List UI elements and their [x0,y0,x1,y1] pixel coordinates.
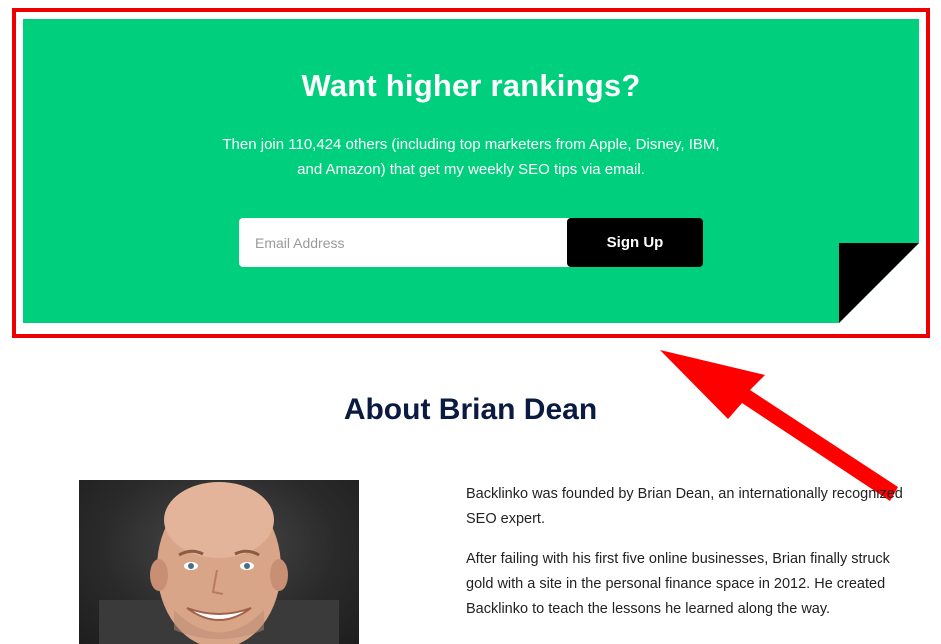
about-title: About Brian Dean [343,393,598,426]
brian-dean-photo [79,480,359,644]
about-bio: Backlinko was founded by Brian Dean, an … [466,482,916,637]
email-input[interactable] [239,218,579,267]
bio-paragraph: Backlinko was founded by Brian Dean, an … [466,486,903,527]
sign-up-button[interactable]: Sign Up [567,218,703,267]
optin-description: Then join 110,424 others (including top … [222,136,720,178]
bio-paragraph: After failing with his first five online… [466,551,890,617]
optin-title: Want higher rankings? [301,68,641,103]
